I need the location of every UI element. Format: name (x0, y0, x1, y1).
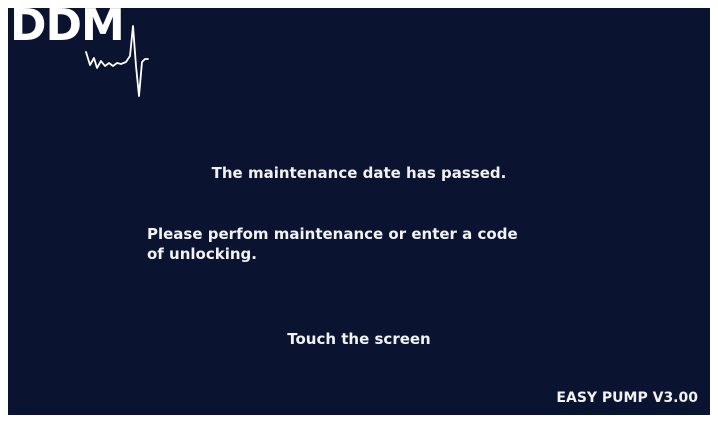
maintenance-title: The maintenance date has passed. (211, 164, 507, 182)
touch-screen-prompt[interactable]: Touch the screen (8, 329, 710, 349)
heartbeat-pulse-icon (85, 25, 149, 97)
touch-screen[interactable]: DDM The maintenance date has passed. Ple… (8, 8, 710, 415)
ddm-logo: DDM (8, 8, 168, 108)
instructions-line-1: Please perfom maintenance or enter a cod… (147, 225, 518, 243)
version-label: EASY PUMP V3.00 (556, 390, 698, 406)
instructions-line-2: of unlocking. (147, 245, 257, 263)
maintenance-instructions: Please perfom maintenance or enter a cod… (147, 224, 577, 264)
